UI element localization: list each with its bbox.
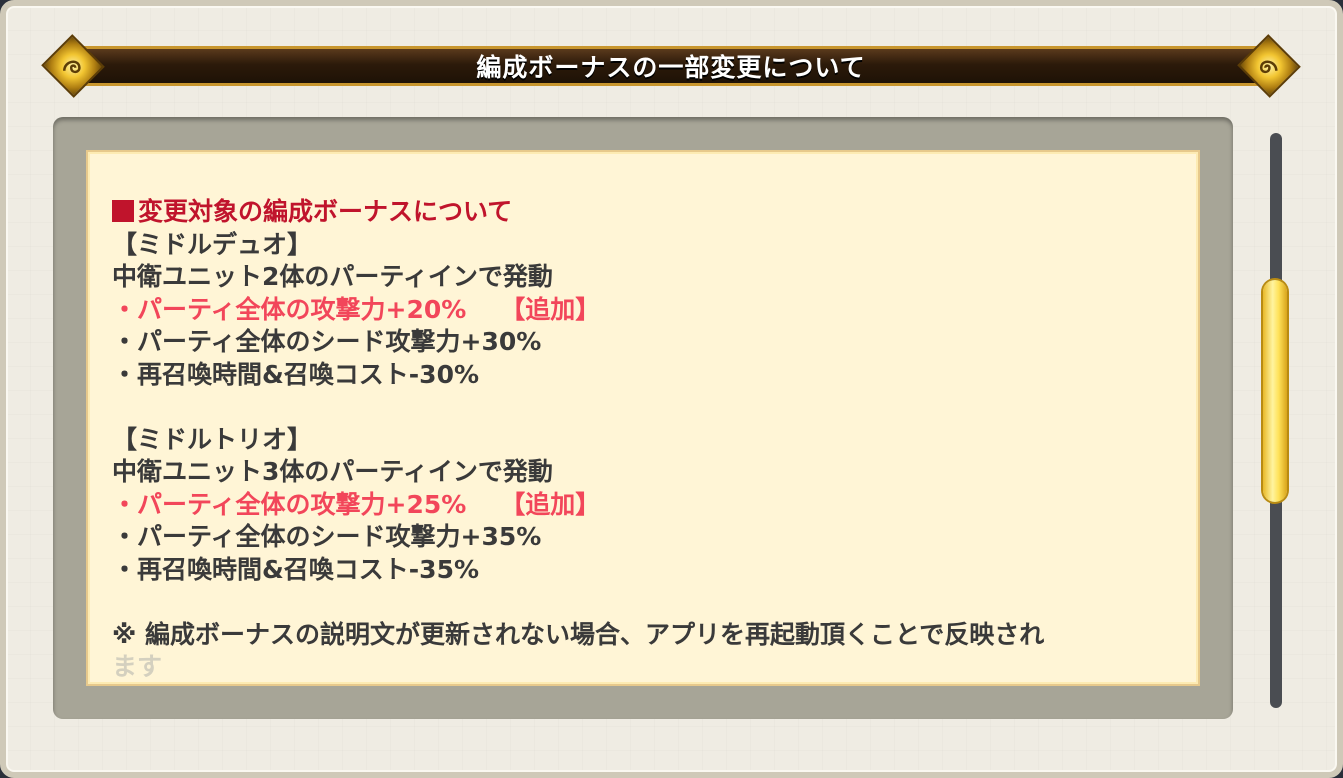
section-heading: 変更対象の編成ボーナスについて <box>112 196 1182 229</box>
bonus-effect: ・パーティ全体のシード攻撃力+30% <box>112 327 542 356</box>
note-text-continued: ます <box>112 652 163 681</box>
added-tag: 【追加】 <box>500 294 601 324</box>
bonus-condition: 中衛ユニット2体のパーティインで発動 <box>112 262 553 291</box>
bonus-name: 【ミドルデュオ】 <box>112 229 313 259</box>
note-text: ※ 編成ボーナスの説明文が更新されない場合、アプリを再起動頂くことで反映され <box>112 619 1045 649</box>
bonus-condition: 中衛ユニット3体のパーティインで発動 <box>112 457 553 486</box>
red-square-marker-icon <box>112 200 134 222</box>
bonus-name: 【ミドルトリオ】 <box>112 424 313 454</box>
scrollbar-thumb[interactable] <box>1263 280 1287 502</box>
bonus-effect: ・パーティ全体のシード攻撃力+35% <box>112 522 542 551</box>
notice-text: 変更対象の編成ボーナスについて 【ミドルデュオ】 中衛ユニット2体のパーティイン… <box>112 196 1182 684</box>
bonus-effect-added: ・パーティ全体の攻撃力+25% 【追加】 <box>112 489 601 519</box>
bonus-effect: ・再召喚時間&召喚コスト-35% <box>112 554 480 584</box>
bonus-effect-added: ・パーティ全体の攻撃力+20% 【追加】 <box>112 294 601 324</box>
bonus-effect: ・再召喚時間&召喚コスト-30% <box>112 359 480 389</box>
added-tag: 【追加】 <box>500 489 601 519</box>
content-scroll-area[interactable]: 変更対象の編成ボーナスについて 【ミドルデュオ】 中衛ユニット2体のパーティイン… <box>86 150 1200 686</box>
dialog-title: 編成ボーナスの一部変更について <box>476 53 866 82</box>
title-banner: 編成ボーナスの一部変更について <box>70 46 1272 86</box>
